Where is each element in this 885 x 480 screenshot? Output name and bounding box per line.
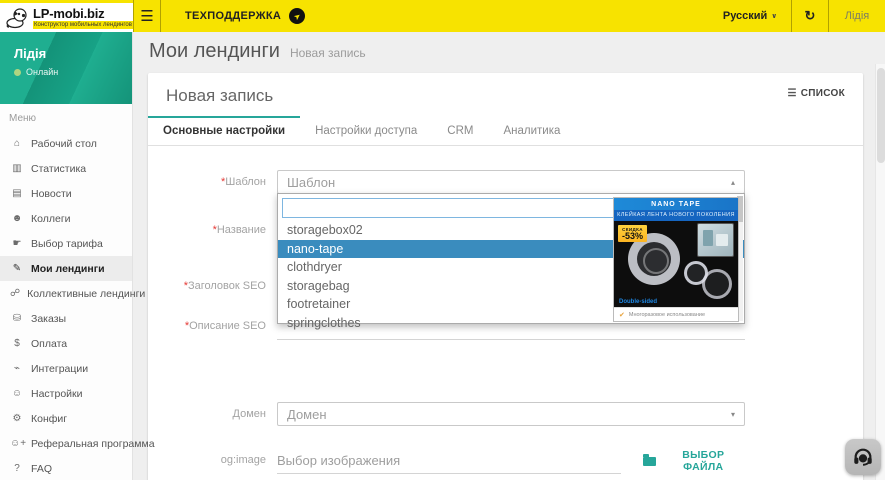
name-label: *Название [148,218,277,242]
dashboard-icon: ⌂ [10,138,24,149]
list-icon: ☰ [787,88,796,99]
choose-file-button[interactable]: ВЫБОР ФАЙЛА [643,449,745,473]
chevron-down-icon: ▾ [731,410,735,419]
cart-icon: ⛁ [10,313,24,324]
sidebar-item-faq[interactable]: ?FAQ [0,456,132,480]
logo-subtitle: Конструктор мобильных лендингов [33,21,133,29]
topbar-username[interactable]: Лідія [829,0,885,32]
logo-title: LP-mobi.biz [33,7,133,20]
sidebar-item-config[interactable]: ⚙Конфиг [0,406,132,431]
telegram-icon: ➤ [289,8,305,24]
tape-strip-image [702,269,732,299]
sidebar-menu: ⌂Рабочий стол ▥Статистика ▤Новости ☻Колл… [0,131,132,480]
tab-access-settings[interactable]: Настройки доступа [300,116,432,145]
topbar-spacer [323,0,709,32]
list-button[interactable]: ☰ СПИСОК [787,86,845,99]
user-icon: ☺ [10,388,24,399]
online-status-dot [14,69,21,76]
scrollbar-thumb[interactable] [877,68,885,163]
share-icon: ☍ [10,288,20,299]
preview-feature-text: Многоразовое использование [629,312,705,318]
user-panel: Лідія Онлайн [0,32,132,104]
sidebar-toggle-button[interactable]: ☰ [134,0,160,32]
dollar-icon: $ [10,338,24,349]
domain-select[interactable]: Домен ▾ [277,402,745,426]
users-icon: ☻ [10,213,24,224]
refresh-button[interactable]: ↻ [792,0,828,32]
app-window: LP-mobi.biz Конструктор мобильных лендин… [0,0,885,480]
online-status-label: Онлайн [26,67,58,77]
sidebar-item-colleagues[interactable]: ☻Коллеги [0,206,132,231]
page-title: Мои лендинги [149,40,280,63]
record-form: *Шаблон Шаблон ▴ storagebox02 nano-tape … [148,146,863,474]
sidebar-item-payment[interactable]: $Оплата [0,331,132,356]
plug-icon: ⌁ [10,363,24,374]
hand-pointer-icon: ☛ [10,238,24,249]
breadcrumb: Новая запись [290,46,366,60]
domain-label: Домен [148,402,277,426]
template-dropdown: storagebox02 nano-tape clothdryer storag… [277,193,745,324]
sidebar: Лідія Онлайн Меню ⌂Рабочий стол ▥Статист… [0,32,133,480]
template-select[interactable]: Шаблон ▴ [277,170,745,194]
support-chat-button[interactable] [845,439,881,475]
check-icon: ✔ [619,311,625,319]
seo-title-label: *Заголовок SEO [148,274,277,298]
preview-inset-photo [697,223,734,257]
bar-chart-icon: ▥ [10,163,24,174]
og-image-label: og:image [148,448,277,472]
logo[interactable]: LP-mobi.biz Конструктор мобильных лендин… [0,0,133,32]
menu-section-label: Меню [0,104,132,131]
template-select-placeholder: Шаблон [287,175,335,190]
sidebar-item-settings[interactable]: ☺Настройки [0,381,132,406]
chevron-down-icon: ∨ [771,12,777,20]
template-label: *Шаблон [148,170,277,194]
tab-crm[interactable]: CRM [432,116,488,145]
template-preview-image: NANO TAPE КЛЕЙКАЯ ЛЕНТА НОВОГО ПОКОЛЕНИЯ… [613,197,739,322]
topbar: LP-mobi.biz Конструктор мобильных лендин… [0,0,885,32]
sidebar-item-integrations[interactable]: ⌁Интеграции [0,356,132,381]
pencil-icon: ✎ [10,263,24,274]
language-selector[interactable]: Русский ∨ [709,0,791,32]
new-record-card: Новая запись ☰ СПИСОК Основные настройки… [148,73,863,480]
preview-title: NANO TAPE [614,198,738,210]
sidebar-item-orders[interactable]: ⛁Заказы [0,306,132,331]
discount-badge: СКИДКА -53% [618,225,647,242]
user-name: Лідія [14,46,132,61]
tabs-bar: Основные настройки Настройки доступа CRM… [148,116,863,146]
gears-icon: ⚙ [10,413,24,424]
headset-icon [852,446,874,468]
sidebar-item-tariff[interactable]: ☛Выбор тарифа [0,231,132,256]
page-header: Мои лендинги Новая запись [133,32,885,69]
main-content: Мои лендинги Новая запись Новая запись ☰… [133,32,885,480]
support-label: ТЕХПОДДЕРЖКА [185,10,281,22]
sidebar-item-dashboard[interactable]: ⌂Рабочий стол [0,131,132,156]
tab-main-settings[interactable]: Основные настройки [148,116,300,145]
chevron-up-icon: ▴ [731,178,735,187]
logo-dog-icon [5,7,29,29]
seo-description-label: *Описание SEO [148,314,277,338]
question-icon: ? [10,463,24,474]
page-scrollbar[interactable] [875,64,885,480]
user-plus-icon: ☺+ [10,438,24,449]
tab-analytics[interactable]: Аналитика [488,116,575,145]
sidebar-item-statistics[interactable]: ▥Статистика [0,156,132,181]
sidebar-item-referral[interactable]: ☺+Реферальная программа [0,431,132,456]
card-title: Новая запись [166,86,273,106]
language-label: Русский [723,10,767,22]
preview-caption: Double-sided [619,299,657,305]
sidebar-item-collective-landings[interactable]: ☍Коллективные лендинги [0,281,132,306]
newspaper-icon: ▤ [10,188,24,199]
preview-subtitle: КЛЕЙКАЯ ЛЕНТА НОВОГО ПОКОЛЕНИЯ [614,210,738,221]
og-image-input[interactable] [277,448,621,474]
sidebar-item-news[interactable]: ▤Новости [0,181,132,206]
sidebar-item-my-landings[interactable]: ✎Мои лендинги [0,256,132,281]
domain-select-placeholder: Домен [287,407,327,422]
folder-icon [643,457,656,466]
support-link[interactable]: ТЕХПОДДЕРЖКА ➤ [161,0,323,32]
